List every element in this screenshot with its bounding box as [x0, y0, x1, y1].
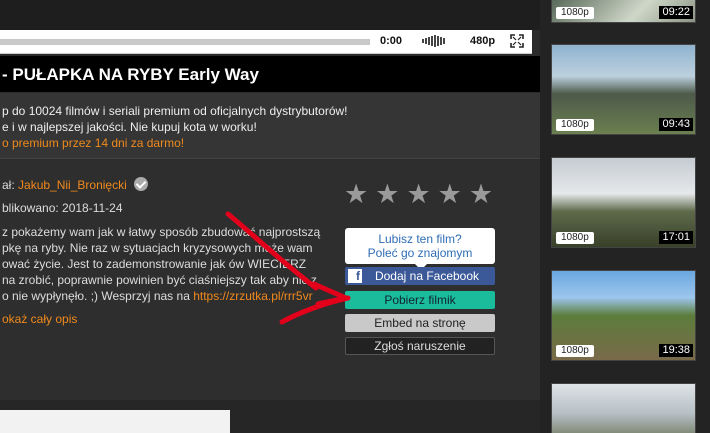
related-video-thumbnail[interactable]: 1080p 09:22 — [551, 0, 696, 23]
video-title: - PUŁAPKA NA RYBY Early Way — [2, 65, 259, 84]
star-icon[interactable]: ★ — [406, 180, 430, 208]
support-link[interactable]: https://zrzutka.pl/rrr5vr — [193, 289, 312, 303]
star-icon[interactable]: ★ — [469, 180, 493, 208]
promo-line-1: p do 10024 filmów i seriali premium od o… — [2, 104, 348, 118]
quality-button[interactable]: 480p — [470, 35, 495, 47]
seek-bar[interactable] — [0, 39, 370, 45]
share-prompt-line-1: Lubisz ten film? — [378, 232, 462, 246]
report-button[interactable]: Zgłoś naruszenie — [345, 337, 495, 355]
quality-badge: 1080p — [556, 7, 594, 19]
time-display: 0:00 — [380, 35, 403, 47]
embed-button[interactable]: Embed na stronę — [345, 314, 495, 332]
author-link[interactable]: Jakub_Nii_Bronięcki — [18, 178, 127, 192]
related-video-thumbnail[interactable]: 1080p 19:38 — [551, 270, 696, 361]
star-icon[interactable]: ★ — [438, 180, 462, 208]
quality-badge: 1080p — [556, 345, 594, 357]
video-player-controls: 0:00 480p — [0, 30, 532, 54]
video-duration: 19:38 — [659, 344, 693, 357]
description-line: o nie wypłynęło. ;) Wesprzyj nas na http… — [2, 288, 332, 304]
quality-badge: 1080p — [556, 232, 594, 244]
premium-promo: p do 10024 filmów i seriali premium od o… — [0, 93, 540, 159]
volume-icon[interactable] — [422, 35, 446, 47]
download-button[interactable]: Pobierz filmik — [345, 291, 495, 309]
description-text: o nie wypłynęło. ;) Wesprzyj nas na — [2, 289, 194, 303]
description-line: ować życie. Jest to zademonstrowanie jak… — [2, 257, 307, 271]
publish-date: blikowano: 2018-11-24 — [2, 201, 123, 215]
star-icon[interactable]: ★ — [344, 180, 368, 208]
top-band — [0, 0, 540, 30]
star-icon[interactable]: ★ — [375, 180, 399, 208]
share-prompt-line-2: Poleć go znajomym — [367, 246, 473, 260]
quality-badge: 1080p — [556, 119, 594, 131]
verified-icon — [134, 177, 149, 191]
author-label: ał: — [2, 178, 15, 192]
rating-stars: ★ ★ ★ ★ ★ — [344, 180, 493, 208]
related-video-thumbnail[interactable] — [551, 383, 696, 433]
facebook-icon: f — [348, 269, 362, 283]
description-line: z pokażemy wam jak w łatwy sposób zbudow… — [2, 225, 321, 239]
author-row: ał: Jakub_Nii_Bronięcki — [2, 177, 149, 192]
video-duration: 09:43 — [659, 118, 693, 131]
fullscreen-icon[interactable] — [510, 34, 524, 48]
video-duration: 09:22 — [659, 6, 693, 19]
description-line: pkę na ryby. Nie raz w sytuacjach kryzys… — [2, 241, 313, 255]
page: 0:00 480p - PUŁAPKA NA RYBY Early Way p … — [0, 0, 710, 433]
share-prompt: Lubisz ten film? Poleć go znajomym — [345, 228, 495, 270]
facebook-share-button[interactable]: f Dodaj na Facebook — [345, 267, 495, 285]
related-video-thumbnail[interactable]: 1080p 17:01 — [551, 157, 696, 248]
promo-trial-link[interactable]: o premium przez 14 dni za darmo! — [2, 135, 184, 151]
show-full-description-link[interactable]: okaż cały opis — [2, 312, 77, 326]
related-video-thumbnail[interactable]: 1080p 09:43 — [551, 44, 696, 135]
video-description: z pokażemy wam jak w łatwy sposób zbudow… — [2, 224, 332, 304]
video-duration: 17:01 — [659, 231, 693, 244]
below-content-card — [0, 410, 230, 433]
description-line: na zrobić, poprawnie powinien być ciaśni… — [2, 273, 317, 287]
promo-line-2: e i w najlepszej jakości. Nie kupuj kota… — [2, 120, 257, 134]
facebook-share-label: Dodaj na Facebook — [374, 269, 480, 283]
